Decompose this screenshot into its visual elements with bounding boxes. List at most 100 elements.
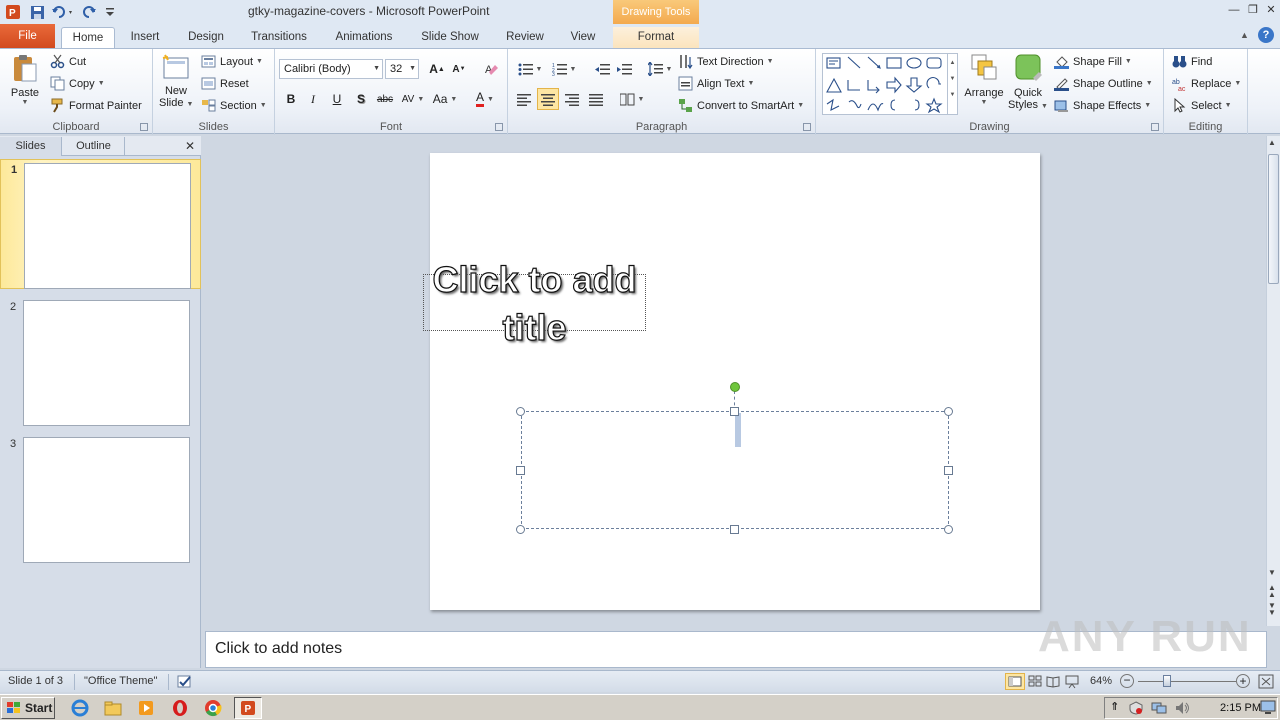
tab-view[interactable]: View xyxy=(562,27,604,48)
slide-thumbnail-row[interactable]: 2 xyxy=(0,297,201,427)
tab-file[interactable]: File xyxy=(0,24,55,48)
font-name-combo[interactable]: Calibri (Body) ▼ xyxy=(279,59,383,79)
cut-button[interactable]: Cut xyxy=(50,54,86,69)
tab-design[interactable]: Design xyxy=(180,27,232,48)
customize-toolbar-icon[interactable] xyxy=(104,3,116,21)
justify-icon[interactable] xyxy=(586,89,606,109)
scroll-down-icon[interactable]: ▼ xyxy=(1268,568,1276,577)
scroll-up-icon[interactable]: ▲ xyxy=(1268,138,1276,147)
tab-slide-show[interactable]: Slide Show xyxy=(414,27,486,48)
resize-handle-right[interactable] xyxy=(944,466,953,475)
slide-thumbnail[interactable] xyxy=(24,163,191,289)
align-left-icon[interactable] xyxy=(514,89,534,109)
close-icon[interactable]: ✕ xyxy=(1262,2,1280,18)
line-spacing-button[interactable]: ▼ xyxy=(646,59,674,79)
internet-explorer-icon[interactable] xyxy=(70,698,90,718)
powerpoint-app-icon[interactable]: P xyxy=(4,3,22,21)
network-icon[interactable] xyxy=(1151,701,1167,718)
opera-icon[interactable] xyxy=(170,698,190,718)
tab-transitions[interactable]: Transitions xyxy=(244,27,314,48)
tab-review[interactable]: Review xyxy=(500,27,550,48)
strikethrough-button[interactable]: abc xyxy=(373,89,397,109)
zoom-slider-thumb[interactable] xyxy=(1163,675,1171,687)
zoom-slider-track[interactable] xyxy=(1138,681,1236,682)
chrome-icon[interactable] xyxy=(203,698,223,718)
align-center-icon[interactable] xyxy=(537,88,559,110)
help-icon[interactable]: ? xyxy=(1258,27,1274,43)
copy-button[interactable]: Copy ▼ xyxy=(50,76,105,91)
slide-thumbnail[interactable] xyxy=(23,300,190,426)
columns-button[interactable]: ▼ xyxy=(618,89,646,109)
resize-handle-left[interactable] xyxy=(516,466,525,475)
minimize-ribbon-icon[interactable]: ▲ xyxy=(1240,30,1249,40)
select-button[interactable]: Select ▼ xyxy=(1172,97,1232,113)
resize-handle-bottom-left[interactable] xyxy=(516,525,525,534)
underline-button[interactable]: U xyxy=(327,89,347,109)
slide-thumbnail[interactable] xyxy=(23,437,190,563)
media-player-icon[interactable] xyxy=(136,698,156,718)
close-pane-icon[interactable]: ✕ xyxy=(183,137,197,156)
restore-icon[interactable]: ❐ xyxy=(1244,2,1262,18)
reading-view-icon[interactable] xyxy=(1045,674,1061,692)
new-slide-button[interactable]: New Slide ▼ xyxy=(159,54,193,118)
align-text-button[interactable]: Align Text ▼ xyxy=(678,76,754,91)
section-button[interactable]: Section ▼ xyxy=(201,98,267,113)
quick-styles-button[interactable]: Quick Styles ▼ xyxy=(1008,52,1048,118)
previous-slide-icon[interactable]: ▲ ▲ xyxy=(1268,584,1276,599)
minimize-icon[interactable]: — xyxy=(1225,2,1243,18)
text-direction-button[interactable]: Text Direction ▼ xyxy=(678,54,774,70)
shapes-gallery-scroll[interactable]: ▲ ▼ ▼ xyxy=(947,54,957,114)
zoom-out-icon[interactable]: − xyxy=(1120,674,1134,688)
resize-handle-top-right[interactable] xyxy=(944,407,953,416)
vertical-scrollbar[interactable]: ▲ ▼ ▲ ▲ ▼ ▼ xyxy=(1266,136,1280,626)
italic-button[interactable]: I xyxy=(303,89,323,109)
slide-thumbnail-row[interactable]: 1 xyxy=(0,159,201,289)
volume-icon[interactable] xyxy=(1175,701,1191,718)
notes-placeholder[interactable]: Click to add notes xyxy=(215,640,342,658)
resize-handle-top[interactable] xyxy=(730,407,739,416)
font-size-dropdown-icon[interactable]: ▼ xyxy=(409,60,416,78)
slide-thumbnail-row[interactable]: 3 xyxy=(0,434,201,564)
bold-button[interactable]: B xyxy=(281,89,301,109)
save-icon[interactable] xyxy=(28,3,46,21)
resize-handle-bottom[interactable] xyxy=(730,525,739,534)
clipboard-dialog-launcher[interactable] xyxy=(140,123,148,131)
reset-button[interactable]: Reset xyxy=(201,76,249,91)
clear-formatting-icon[interactable]: A xyxy=(481,59,501,79)
tab-insert[interactable]: Insert xyxy=(122,27,168,48)
resize-handle-bottom-right[interactable] xyxy=(944,525,953,534)
paste-button[interactable]: Paste ▼ xyxy=(8,54,42,110)
redo-icon[interactable] xyxy=(82,3,98,21)
change-case-button[interactable]: Aa ▼ xyxy=(431,89,459,109)
scrollbar-thumb[interactable] xyxy=(1268,154,1279,284)
arrange-button[interactable]: Arrange ▼ xyxy=(964,52,1004,118)
character-spacing-button[interactable]: AV ▼ xyxy=(399,89,427,109)
fit-to-window-icon[interactable] xyxy=(1258,674,1274,692)
next-slide-icon[interactable]: ▼ ▼ xyxy=(1268,602,1276,617)
format-painter-button[interactable]: Format Painter xyxy=(50,98,142,113)
replace-button[interactable]: ab ac Replace ▼ xyxy=(1172,76,1241,94)
zoom-in-icon[interactable]: + xyxy=(1236,674,1250,688)
zoom-level[interactable]: 64% xyxy=(1090,675,1112,687)
drawing-dialog-launcher[interactable] xyxy=(1151,123,1159,131)
convert-to-smartart-button[interactable]: Convert to SmartArt ▼ xyxy=(678,98,804,113)
file-explorer-icon[interactable] xyxy=(103,698,123,718)
show-desktop-icon[interactable] xyxy=(1260,699,1276,718)
shapes-gallery[interactable]: ▲ ▼ ▼ xyxy=(822,53,958,115)
undo-icon[interactable] xyxy=(50,3,76,21)
action-center-icon[interactable] xyxy=(1129,701,1143,718)
font-name-dropdown-icon[interactable]: ▼ xyxy=(373,60,380,78)
slide-sorter-icon[interactable] xyxy=(1027,674,1043,692)
title-placeholder-text[interactable]: Click to add title xyxy=(423,256,646,352)
font-size-combo[interactable]: 32 ▼ xyxy=(385,59,419,79)
tab-home[interactable]: Home xyxy=(61,27,115,48)
numbering-button[interactable]: 1 2 3 ▼ xyxy=(550,59,578,79)
paragraph-dialog-launcher[interactable] xyxy=(803,123,811,131)
tab-slides[interactable]: Slides xyxy=(0,137,62,156)
normal-view-icon[interactable] xyxy=(1005,673,1025,690)
font-color-button[interactable]: A ▼ xyxy=(471,89,499,109)
slide-show-view-icon[interactable] xyxy=(1064,674,1080,692)
increase-indent-icon[interactable] xyxy=(614,59,634,79)
align-right-icon[interactable] xyxy=(562,89,582,109)
decrease-indent-icon[interactable] xyxy=(592,59,612,79)
